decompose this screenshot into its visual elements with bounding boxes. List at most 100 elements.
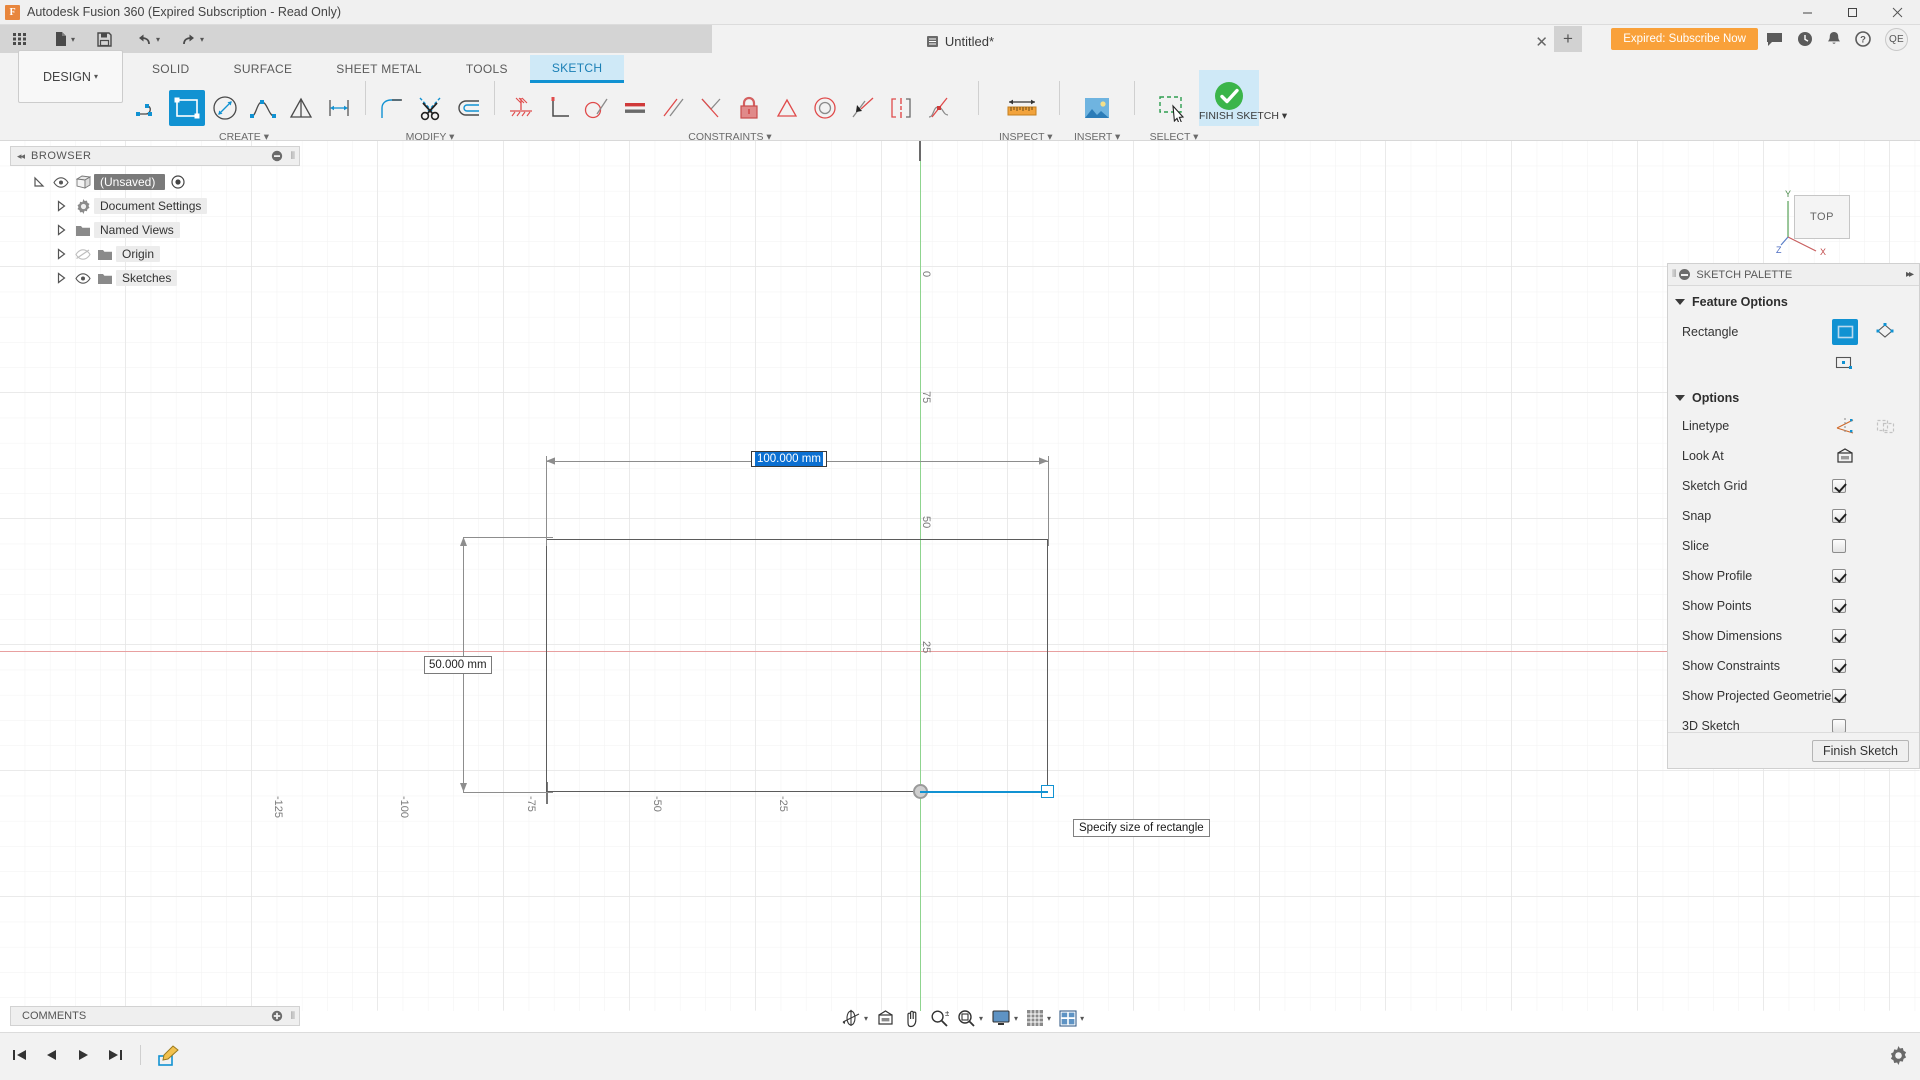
curvature-icon[interactable] <box>883 90 919 126</box>
palette-grip[interactable]: ⦀ <box>1668 269 1679 280</box>
activate-component-radio[interactable] <box>167 175 189 189</box>
chevron-down-icon[interactable] <box>1675 395 1685 401</box>
collapse-browser-icon[interactable]: ◂◂ <box>17 151 25 162</box>
chevron-down-icon[interactable]: ▾ <box>1014 1014 1018 1023</box>
look-at-icon[interactable] <box>1832 443 1858 469</box>
view-cube[interactable]: TOP Y X Z <box>1776 179 1872 261</box>
perpendicular-icon[interactable] <box>541 90 577 126</box>
polygon-icon[interactable] <box>283 90 319 126</box>
close-document-tab-button[interactable]: ✕ <box>1535 33 1548 51</box>
help-icon[interactable]: ? <box>1855 31 1871 47</box>
play-icon[interactable] <box>72 1044 94 1066</box>
zoom-icon[interactable]: ± <box>927 1006 952 1030</box>
rectangle-icon[interactable] <box>169 90 205 126</box>
notifications-icon[interactable] <box>1827 31 1841 47</box>
sketch-rectangle[interactable] <box>546 539 1048 792</box>
save-icon[interactable] <box>91 26 118 52</box>
go-to-end-icon[interactable] <box>104 1044 126 1066</box>
expand-arrow-icon[interactable] <box>50 224 72 236</box>
chevron-down-icon[interactable]: ▾ <box>1080 1014 1084 1023</box>
subscribe-button[interactable]: Expired: Subscribe Now <box>1611 28 1758 50</box>
circle-icon[interactable] <box>207 90 243 126</box>
construction-line-icon[interactable] <box>1832 413 1858 439</box>
expand-arrow-icon[interactable] <box>28 176 50 188</box>
viewports-icon[interactable]: ▾ <box>1056 1006 1087 1030</box>
maximize-button[interactable] <box>1830 0 1875 25</box>
show-points-row[interactable]: Show Points <box>1668 591 1919 621</box>
2-point-rectangle-icon[interactable] <box>1832 319 1858 345</box>
add-comment-icon[interactable] <box>271 1010 283 1022</box>
orbit-icon[interactable]: ▾ <box>838 1006 871 1030</box>
sketch-grid-checkbox[interactable] <box>1832 479 1846 493</box>
midpoint-icon[interactable] <box>693 90 729 126</box>
browser-item-sketches[interactable]: Sketches <box>10 266 300 290</box>
smooth-icon[interactable] <box>921 90 957 126</box>
minimize-button[interactable] <box>1785 0 1830 25</box>
expand-arrow-icon[interactable] <box>50 272 72 284</box>
look-at-icon[interactable] <box>873 1006 898 1030</box>
show-constraints-checkbox[interactable] <box>1832 659 1846 673</box>
show-profile-row[interactable]: Show Profile <box>1668 561 1919 591</box>
minimize-browser-icon[interactable] <box>271 150 283 162</box>
browser-panel-header[interactable]: ◂◂ BROWSER ⦀ <box>10 146 300 166</box>
sketch-timeline-icon[interactable] <box>155 1041 183 1069</box>
measure-ruler-icon[interactable] <box>1000 90 1044 126</box>
lock-icon[interactable] <box>731 90 767 126</box>
finish-sketch-button[interactable]: Finish Sketch <box>1811 739 1909 762</box>
visibility-eye-off-icon[interactable] <box>72 248 94 260</box>
center-rectangle-icon[interactable] <box>1832 350 1858 376</box>
tangent-icon[interactable] <box>579 90 615 126</box>
chevron-down-icon[interactable]: ▾ <box>71 35 75 44</box>
expand-palette-icon[interactable]: ▸▸ <box>1906 269 1914 280</box>
fix-constraint-icon[interactable] <box>503 90 539 126</box>
chevron-down-icon[interactable]: ▾ <box>864 1014 868 1023</box>
show-profile-checkbox[interactable] <box>1832 569 1846 583</box>
app-grid-icon[interactable] <box>6 26 34 52</box>
line-icon[interactable] <box>131 90 167 126</box>
grid-snaps-icon[interactable]: ▾ <box>1023 1006 1054 1030</box>
comments-resize-grip[interactable]: ⦀ <box>291 1011 295 1022</box>
fillet-icon[interactable] <box>374 90 410 126</box>
3-point-rectangle-icon[interactable] <box>1872 319 1898 345</box>
spline-icon[interactable] <box>245 90 281 126</box>
browser-item-document-settings[interactable]: Document Settings <box>10 194 300 218</box>
step-back-icon[interactable] <box>40 1044 62 1066</box>
show-dimensions-row[interactable]: Show Dimensions <box>1668 621 1919 651</box>
centerline-icon[interactable] <box>1872 413 1898 439</box>
settings-gear-icon[interactable] <box>1889 1046 1908 1065</box>
equal-icon[interactable] <box>617 90 653 126</box>
expand-arrow-icon[interactable] <box>50 200 72 212</box>
finish-sketch-label[interactable]: FINISH SKETCH ▾ <box>1199 110 1287 122</box>
width-dimension-input[interactable]: 100.000 mm <box>751 451 827 467</box>
sketch-dimension-icon[interactable] <box>321 90 357 126</box>
close-button[interactable] <box>1875 0 1920 25</box>
options-section-header[interactable]: Options <box>1668 377 1919 411</box>
trim-scissors-icon[interactable] <box>412 90 448 126</box>
3d-sketch-checkbox[interactable] <box>1832 719 1846 733</box>
pan-hand-icon[interactable] <box>900 1006 925 1030</box>
finish-sketch-group[interactable]: FINISH SKETCH ▾ <box>1199 70 1287 126</box>
new-document-tab-button[interactable]: + <box>1554 26 1582 52</box>
sketch-palette[interactable]: ⦀ SKETCH PALETTE ▸▸ Feature Options Rect… <box>1667 263 1920 769</box>
finish-sketch-check-icon[interactable] <box>1213 80 1245 112</box>
show-projected-geometries-checkbox[interactable] <box>1832 689 1846 703</box>
show-projected-geometries-row[interactable]: Show Projected Geometries <box>1668 681 1919 711</box>
recent-icon[interactable] <box>1797 31 1813 47</box>
new-file-icon[interactable]: ▾ <box>48 26 81 52</box>
parallel-icon[interactable] <box>655 90 691 126</box>
browser-item-named-views[interactable]: Named Views <box>10 218 300 242</box>
offset-icon[interactable] <box>450 90 486 126</box>
browser-item-unsaved[interactable]: (Unsaved) <box>10 170 300 194</box>
browser-item-origin[interactable]: Origin <box>10 242 300 266</box>
browser-resize-grip[interactable]: ⦀ <box>291 151 295 162</box>
sketch-palette-header[interactable]: ⦀ SKETCH PALETTE ▸▸ <box>1668 264 1919 286</box>
height-dimension-input[interactable]: 50.000 mm <box>424 656 492 674</box>
feature-options-section-header[interactable]: Feature Options <box>1668 286 1919 315</box>
collinear-icon[interactable] <box>845 90 881 126</box>
redo-icon[interactable]: ▾ <box>174 26 210 52</box>
snap-row[interactable]: Snap <box>1668 501 1919 531</box>
show-points-checkbox[interactable] <box>1832 599 1846 613</box>
symmetry-icon[interactable] <box>769 90 805 126</box>
chevron-down-icon[interactable]: ▾ <box>979 1014 983 1023</box>
chevron-down-icon[interactable] <box>1675 299 1685 305</box>
